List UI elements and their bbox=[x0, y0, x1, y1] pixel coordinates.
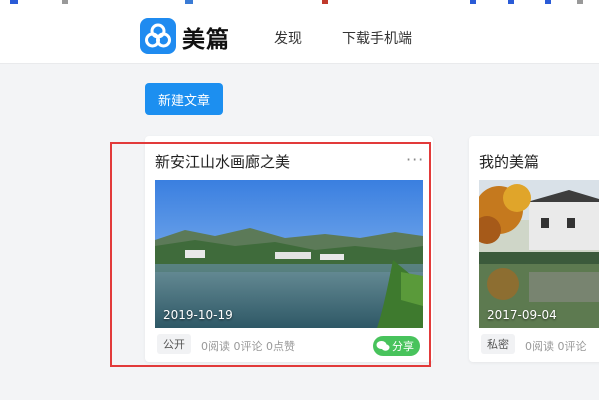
bookmark-icon[interactable] bbox=[322, 0, 328, 4]
bookmark-icon[interactable] bbox=[545, 0, 551, 4]
bookmark-icon[interactable] bbox=[10, 0, 18, 4]
nav-download-app[interactable]: 下载手机端 bbox=[342, 28, 412, 48]
article-stats: 0阅读 0评论 bbox=[525, 340, 587, 353]
article-cover-image[interactable]: 2017-09-04 bbox=[479, 180, 599, 328]
village-autumn-image bbox=[479, 180, 599, 328]
visibility-tag[interactable]: 私密 bbox=[481, 334, 515, 354]
bookmark-icon[interactable] bbox=[185, 0, 193, 4]
article-title[interactable]: 我的美篇 bbox=[479, 151, 539, 172]
meipian-logo-icon[interactable] bbox=[140, 18, 176, 54]
article-date: 2017-09-04 bbox=[487, 308, 557, 322]
bookmark-icon[interactable] bbox=[470, 0, 476, 4]
brand-name[interactable]: 美篇 bbox=[182, 20, 230, 54]
bookmark-icon[interactable] bbox=[577, 0, 583, 4]
new-article-button[interactable]: 新建文章 bbox=[145, 83, 223, 115]
bookmark-icon[interactable] bbox=[508, 0, 514, 4]
site-header: 美篇 发现 下载手机端 bbox=[0, 6, 599, 64]
highlight-annotation bbox=[110, 142, 431, 367]
article-card[interactable]: 我的美篇 2017-09-04 私密 0阅读 0评论 bbox=[469, 136, 599, 362]
nav-discover[interactable]: 发现 bbox=[274, 28, 302, 48]
bookmark-icon[interactable] bbox=[62, 0, 68, 4]
